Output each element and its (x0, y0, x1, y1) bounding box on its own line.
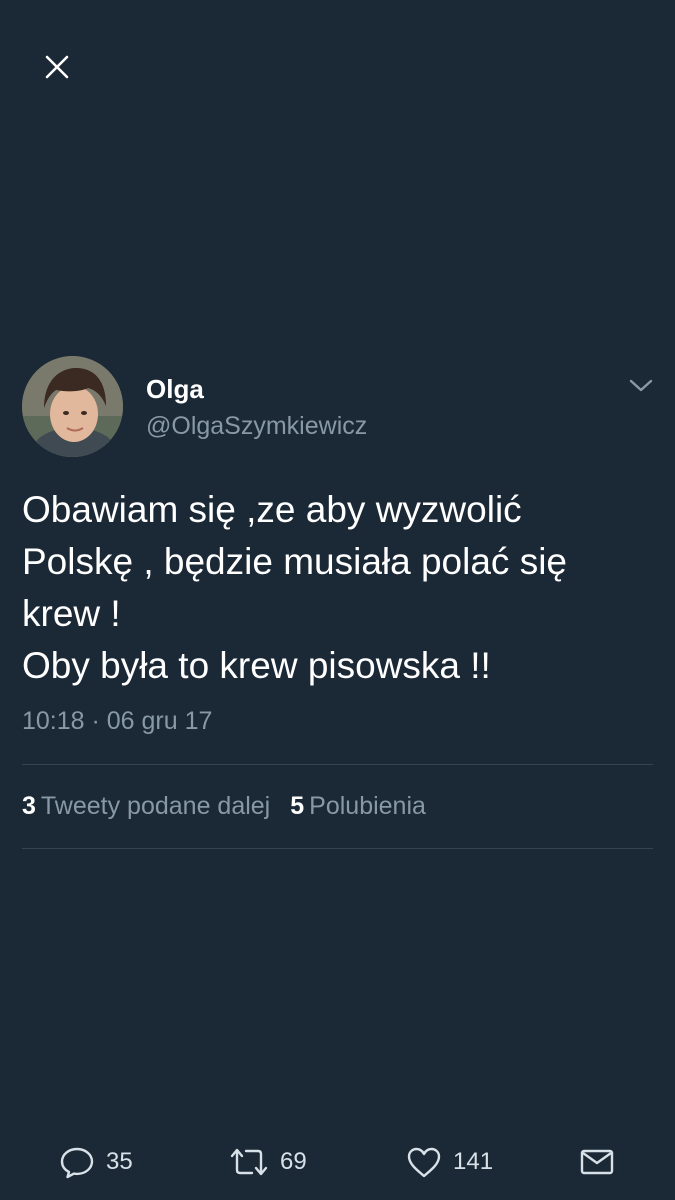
tweet-text-line: Oby była to krew pisowska !! (22, 645, 491, 686)
tweet-text-line: Obawiam się ,ze aby wyzwolić (22, 489, 522, 530)
action-bar: 35 69 141 (0, 1138, 675, 1186)
tweet-menu-button[interactable] (626, 374, 656, 396)
retweets-stat[interactable]: 3 Tweety podane dalej (22, 792, 270, 821)
likes-stat[interactable]: 5 Polubienia (290, 792, 426, 821)
retweets-label: Tweety podane dalej (40, 792, 271, 820)
divider (22, 848, 653, 849)
retweet-count: 69 (280, 1148, 307, 1175)
tweet-text-line: Polskę , będzie musiała polać się (22, 541, 568, 582)
divider (22, 764, 653, 765)
reply-count: 35 (106, 1148, 133, 1175)
retweet-button[interactable]: 69 (228, 1138, 307, 1186)
direct-message-button[interactable] (578, 1138, 616, 1186)
tweet-text: Obawiam się ,ze aby wyzwolić Polskę , bę… (22, 484, 652, 692)
display-name[interactable]: Olga (146, 374, 204, 405)
chevron-down-icon (629, 379, 653, 392)
retweets-count: 3 (22, 792, 36, 820)
likes-label: Polubienia (309, 792, 426, 820)
avatar[interactable] (22, 356, 123, 457)
tweet-text-line: krew ! (22, 593, 121, 634)
close-button[interactable] (38, 48, 78, 88)
reply-button[interactable]: 35 (58, 1138, 133, 1186)
tweet-header: Olga @OlgaSzymkiewicz (22, 356, 658, 460)
envelope-icon (580, 1149, 614, 1175)
user-handle[interactable]: @OlgaSzymkiewicz (146, 412, 367, 441)
likes-count: 5 (290, 792, 305, 820)
reply-icon (60, 1147, 94, 1179)
retweet-icon (230, 1148, 268, 1176)
heart-icon (407, 1147, 441, 1178)
like-button[interactable]: 141 (405, 1138, 493, 1186)
tweet-timestamp: 10:18 · 06 gru 17 (22, 707, 213, 735)
close-icon (45, 55, 69, 79)
like-count: 141 (453, 1148, 494, 1175)
tweet-stats: 3 Tweety podane dalej 5 Polubienia (22, 792, 426, 821)
